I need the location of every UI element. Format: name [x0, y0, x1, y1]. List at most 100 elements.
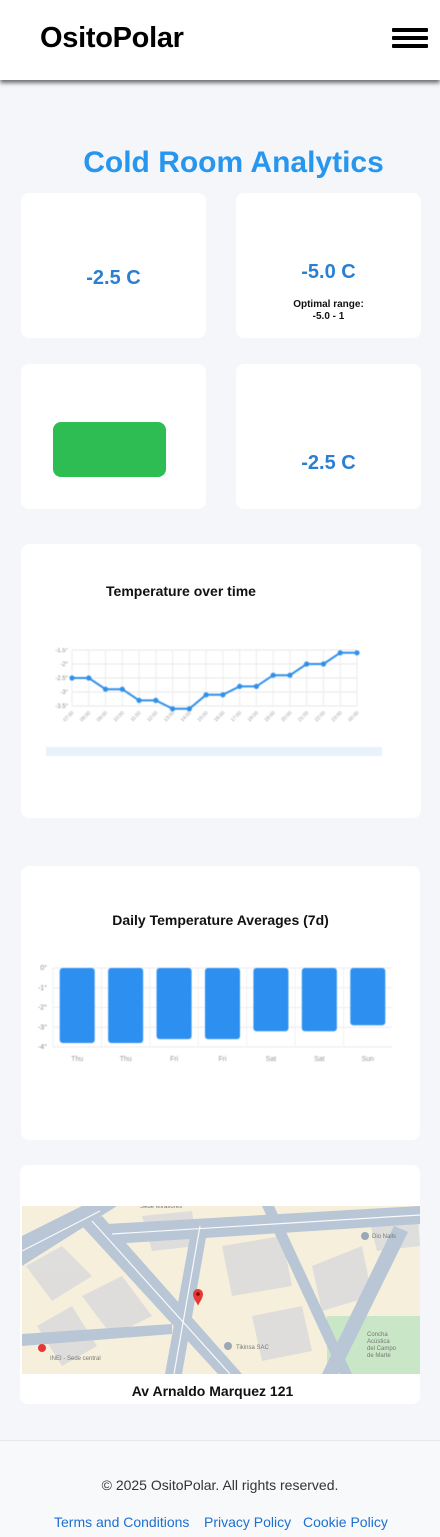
- x-tick-label: Fri: [218, 1056, 227, 1063]
- hamburger-menu-icon[interactable]: [392, 28, 428, 48]
- daily-averages-bar-chart: 0° -1° -2° -3° -4° Thu Thu Fri Fri Sat Sat Sun: [38, 964, 392, 1063]
- data-point: [169, 706, 176, 712]
- x-tick-label: 00:00: [347, 710, 360, 723]
- data-point: [136, 697, 142, 703]
- data-point: [186, 706, 192, 712]
- chart-scrollbar: [46, 747, 382, 756]
- data-point: [253, 683, 260, 689]
- footer: © 2025 OsitoPolar. All rights reserved. …: [0, 1440, 440, 1537]
- temperature-over-time-card: Temperature over time -1.5° -2° -2.5° -3° -3…: [21, 544, 421, 818]
- bar: [205, 968, 240, 1040]
- map-label: Sede Miraflores: [140, 1206, 182, 1210]
- y-tick-label: -4°: [38, 1043, 47, 1051]
- temperature-line: [72, 651, 357, 710]
- status-card: [21, 364, 206, 509]
- data-point: [287, 672, 293, 678]
- average-temperature-card: -2.5 C: [236, 364, 421, 509]
- map-tiles: Dio Nails Sede Miraflores INEI - Sede ce…: [22, 1206, 420, 1374]
- x-tick-label: 12:00: [146, 710, 159, 723]
- x-tick-label: 16:00: [213, 710, 226, 723]
- cookie-link[interactable]: Cookie Policy: [303, 1514, 388, 1530]
- terms-link[interactable]: Terms and Conditions: [54, 1514, 189, 1530]
- data-point: [270, 672, 276, 678]
- x-tick-label: Sun: [362, 1056, 375, 1063]
- x-tick-label: Sat: [314, 1056, 325, 1063]
- location-map[interactable]: Dio Nails Sede Miraflores INEI - Sede ce…: [22, 1206, 420, 1374]
- map-label: de Marte: [367, 1353, 391, 1359]
- navbar: OsitoPolar: [0, 0, 440, 80]
- copyright-text: © 2025 OsitoPolar. All rights reserved.: [101, 1477, 339, 1493]
- x-tick-label: 07:00: [62, 710, 75, 723]
- map-label: Concha: [367, 1332, 388, 1338]
- x-tick-label: Thu: [71, 1056, 83, 1063]
- average-temperature-value: -2.5 C: [301, 452, 356, 474]
- x-tick-label: 20:00: [280, 710, 293, 723]
- location-card: Dio Nails Sede Miraflores INEI - Sede ce…: [20, 1165, 420, 1404]
- map-label: Acústica: [367, 1339, 390, 1345]
- privacy-link[interactable]: Privacy Policy: [204, 1514, 291, 1530]
- y-tick-label: -1.5°: [55, 648, 68, 654]
- data-point: [304, 661, 310, 667]
- location-address: Av Arnaldo Marquez 121: [131, 1383, 294, 1399]
- data-point: [354, 650, 360, 656]
- menu-bar: [392, 44, 428, 48]
- x-tick-label: 13:00: [163, 710, 176, 723]
- optimal-range-label: Optimal range:: [293, 299, 364, 310]
- current-temperature-card: -2.5 C: [21, 193, 206, 338]
- target-temperature-card: -5.0 C Optimal range: -5.0 - 1: [236, 193, 421, 338]
- menu-bar: [392, 28, 428, 32]
- x-tick-label: 23:00: [331, 710, 344, 723]
- page-title: Cold Room Analytics: [83, 146, 384, 179]
- target-temperature-value: -5.0 C: [301, 261, 356, 283]
- data-point: [69, 675, 75, 681]
- x-tick-label: 19:00: [263, 710, 276, 723]
- data-point: [320, 661, 327, 667]
- y-tick-label: 0°: [40, 964, 47, 972]
- y-tick-label: -3°: [60, 690, 68, 696]
- y-tick-label: -2°: [38, 1004, 47, 1012]
- daily-averages-card: Daily Temperature Averages (7d) 0° -1° -2°…: [21, 866, 420, 1140]
- y-tick-label: -1°: [38, 984, 47, 992]
- data-point: [102, 686, 109, 692]
- bar: [350, 968, 386, 1026]
- x-tick-label: Thu: [120, 1056, 132, 1063]
- current-temperature-value: -2.5 C: [86, 267, 141, 289]
- x-tick-label: 09:00: [96, 710, 109, 723]
- data-point: [153, 697, 159, 703]
- x-tick-label: 18:00: [247, 710, 260, 723]
- data-point: [203, 692, 209, 698]
- map-label: INEI - Sede central: [50, 1356, 101, 1362]
- data-point: [237, 683, 243, 689]
- y-tick-label: -2°: [60, 662, 68, 668]
- bar: [156, 968, 192, 1040]
- bar: [253, 968, 289, 1032]
- x-tick-label: 11:00: [130, 710, 143, 723]
- map-label: Tikinsa SAC: [236, 1345, 269, 1351]
- data-point: [86, 675, 92, 681]
- bar: [59, 968, 95, 1044]
- x-tick-label: 10:00: [113, 710, 126, 723]
- x-tick-label: 17:00: [230, 710, 243, 723]
- x-tick-label: 14:00: [180, 710, 193, 723]
- map-label: del Campo: [367, 1346, 397, 1352]
- x-tick-label: 08:00: [79, 710, 92, 723]
- status-indicator: [53, 422, 166, 477]
- y-tick-label: -3.5°: [55, 704, 68, 710]
- data-point: [337, 650, 343, 656]
- menu-bar: [392, 36, 428, 40]
- bar: [108, 968, 144, 1044]
- y-tick-label: -2.5°: [55, 676, 68, 682]
- data-point: [220, 692, 226, 698]
- x-tick-label: 15:00: [196, 710, 209, 723]
- x-tick-label: Fri: [170, 1056, 179, 1063]
- optimal-range-value: -5.0 - 1: [312, 311, 345, 322]
- x-tick-label: 22:00: [314, 710, 327, 723]
- data-point: [119, 686, 125, 692]
- bar: [301, 968, 337, 1032]
- y-tick-label: -3°: [38, 1023, 47, 1031]
- x-tick-label: 21:00: [297, 710, 310, 723]
- x-tick-label: Sat: [266, 1056, 277, 1063]
- temperature-line-chart: -1.5° -2° -2.5° -3° -3.5°07:00 08:00 09:00 10:0…: [46, 648, 382, 756]
- brand-logo[interactable]: OsitoPolar: [40, 22, 184, 55]
- map-label: Dio Nails: [372, 1234, 396, 1240]
